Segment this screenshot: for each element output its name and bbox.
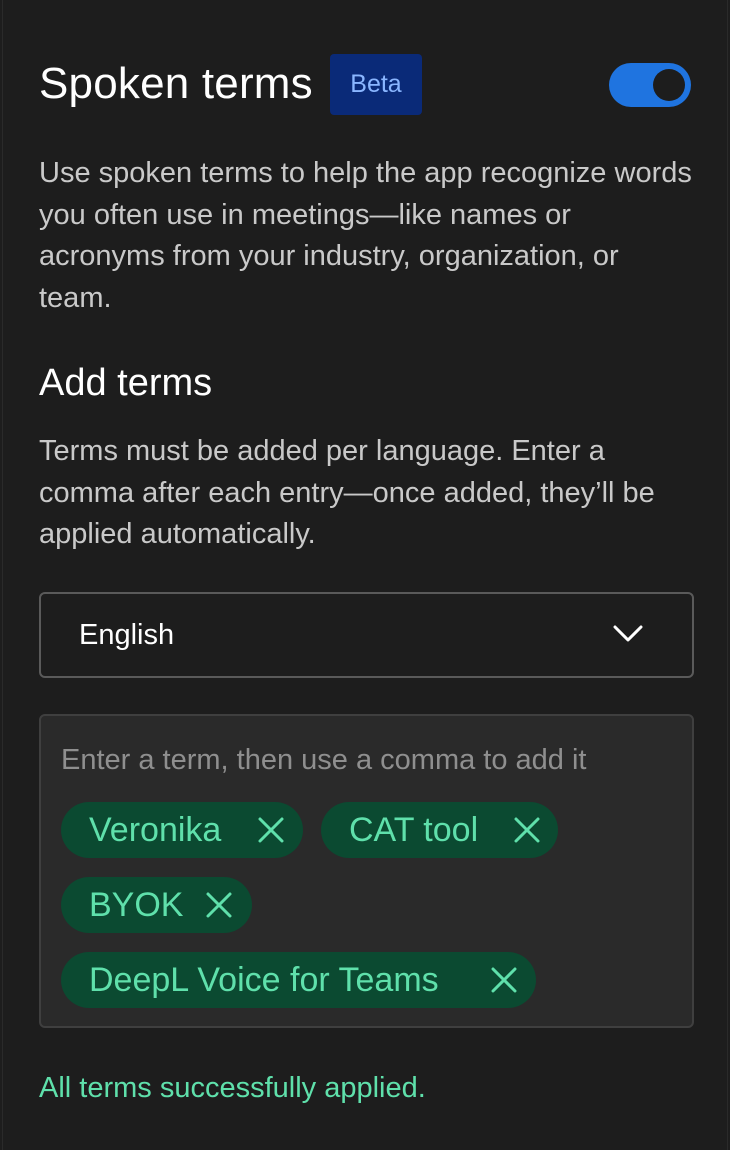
feature-description: Use spoken terms to help the app recogni… [39, 157, 692, 314]
beta-badge: Beta [330, 54, 422, 115]
term-chip-label: DeepL Voice for Teams [89, 961, 439, 999]
page-title: Spoken terms [39, 59, 313, 108]
close-icon[interactable] [256, 815, 286, 845]
term-chip-label: CAT tool [349, 811, 479, 849]
terms-field[interactable]: Veronika CAT tool BYOK DeepL Voice for T… [39, 714, 694, 1028]
term-chip-label: BYOK [89, 886, 184, 924]
term-chip: BYOK [61, 877, 252, 933]
language-select-value: English [79, 619, 175, 651]
term-chip: DeepL Voice for Teams [61, 952, 536, 1008]
term-chip: CAT tool [321, 802, 558, 858]
spoken-terms-toggle[interactable] [609, 63, 691, 107]
term-chip-label: Veronika [89, 811, 222, 849]
term-input[interactable] [61, 740, 661, 780]
language-select[interactable]: English [39, 592, 694, 678]
spoken-terms-panel: Spoken terms Beta Use spoken terms to he… [2, 0, 728, 1150]
close-icon[interactable] [512, 815, 542, 845]
close-icon[interactable] [204, 890, 234, 920]
term-chip: Veronika [61, 802, 303, 858]
toggle-knob [653, 69, 685, 101]
add-terms-heading: Add terms [39, 362, 213, 404]
chevron-down-icon [613, 625, 643, 642]
close-icon[interactable] [489, 965, 519, 995]
add-terms-description: Terms must be added per language. Enter … [39, 435, 655, 550]
panel-header: Spoken terms Beta [39, 54, 691, 116]
status-message: All terms successfully applied. [39, 1072, 426, 1104]
